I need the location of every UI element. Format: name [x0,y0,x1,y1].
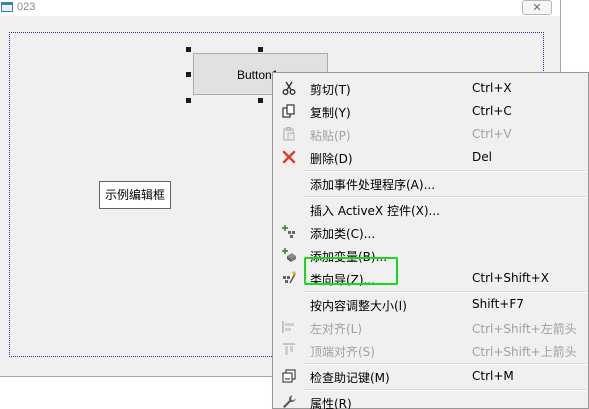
menu-item-label: 剪切(T) [310,83,351,97]
menu-item-add-event-handler[interactable]: 添加事件处理程序(A)... [275,172,588,194]
align-left-icon [282,321,294,333]
screen: 023 ✕ Button1 示例编辑框 剪切(T) Ctrl+X 复制(Y) C… [0,0,589,409]
menu-item-align-top[interactable]: 顶端对齐(S) Ctrl+Shift+上箭头 [275,339,588,361]
menu-item-align-left[interactable]: 左对齐(L) Ctrl+Shift+左箭头 [275,316,588,338]
menu-item-shortcut: Ctrl+Shift+上箭头 [472,345,577,359]
menu-item-shortcut: Ctrl+M [472,369,514,383]
menu-item-label: 粘贴(P) [310,129,351,143]
add-class-icon [282,225,295,238]
menu-item-cut[interactable]: 剪切(T) Ctrl+X [275,77,588,99]
resize-handle-bottom[interactable] [258,98,263,103]
menu-item-shortcut: Ctrl+Shift+X [472,271,549,285]
context-menu: 剪切(T) Ctrl+X 复制(Y) Ctrl+C 粘贴(P) Ctrl+V 删… [272,72,589,409]
menu-item-delete[interactable]: 删除(D) Del [275,146,588,168]
menu-item-shortcut: Del [472,150,492,164]
menu-item-shortcut: Shift+F7 [472,297,524,311]
window-icon [1,2,13,12]
delete-icon [282,150,296,164]
align-top-icon [283,343,295,355]
copy-icon [282,104,295,118]
menu-item-label: 插入 ActiveX 控件(X)... [310,204,440,218]
menu-item-label: 按内容调整大小(I) [310,299,407,313]
menu-item-size-to-content[interactable]: 按内容调整大小(I) Shift+F7 [275,293,588,315]
menu-item-label: 检查助记键(M) [310,371,390,385]
close-icon: ✕ [532,1,542,14]
title-bar: 023 ✕ [0,0,560,16]
menu-item-add-class[interactable]: 添加类(C)... [275,221,588,243]
resize-handle-bottom-left[interactable] [186,98,191,103]
class-wizard-icon [283,271,296,284]
menu-item-label: 属性(R) [310,397,352,409]
close-button[interactable]: ✕ [522,0,552,15]
paste-icon [283,127,295,141]
resize-handle-top[interactable] [258,47,263,52]
menu-item-label: 顶端对齐(S) [310,345,375,359]
menu-item-label: 左对齐(L) [310,322,363,336]
resize-handle-left[interactable] [186,72,191,77]
scissors-icon [282,81,296,95]
menu-item-insert-activex[interactable]: 插入 ActiveX 控件(X)... [275,198,588,220]
menu-item-shortcut: Ctrl+C [472,104,512,118]
resize-handle-top-left[interactable] [186,47,191,52]
menu-item-shortcut: Ctrl+Shift+左箭头 [472,322,577,336]
wrench-icon [283,395,296,408]
highlight-box [304,257,398,285]
menu-item-shortcut: Ctrl+V [472,127,512,141]
menu-item-check-mnemonics[interactable]: 检查助记键(M) Ctrl+M [275,365,588,387]
menu-item-shortcut: Ctrl+X [472,81,512,95]
check-mnemonics-icon [282,369,296,383]
window-title: 023 [17,1,36,13]
menu-item-label: 添加类(C)... [310,227,376,241]
menu-item-copy[interactable]: 复制(Y) Ctrl+C [275,100,588,122]
menu-item-label: 复制(Y) [310,106,351,120]
static-text-control[interactable]: 示例编辑框 [99,181,171,209]
menu-item-paste[interactable]: 粘贴(P) Ctrl+V [275,123,588,145]
add-variable-icon [282,248,296,262]
menu-item-label: 删除(D) [310,152,353,166]
menu-item-properties[interactable]: 属性(R) [275,391,588,409]
menu-item-label: 添加事件处理程序(A)... [310,178,436,192]
